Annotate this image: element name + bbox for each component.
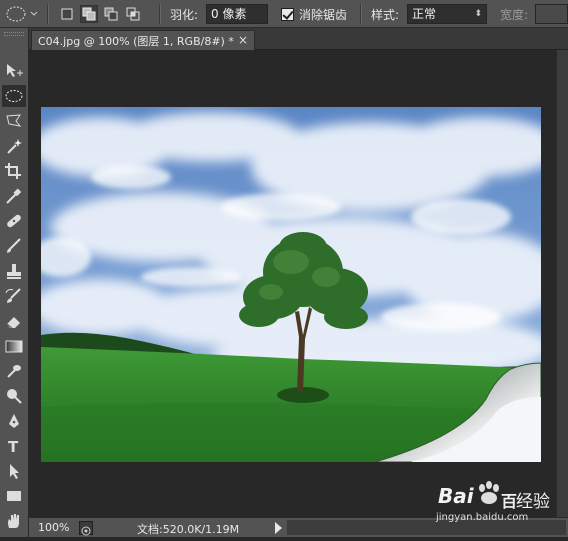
style-select[interactable]: 正常 ⬍ bbox=[407, 4, 487, 24]
clone-stamp-tool-button[interactable] bbox=[2, 260, 26, 282]
add-selection-icon bbox=[82, 7, 96, 21]
document-tab-title: C04.jpg @ 100% (图层 1, RGB/8#) * bbox=[38, 34, 234, 48]
baidu-jingyan-watermark: Bai 百 经验 jingyan.baidu.com bbox=[434, 474, 568, 530]
svg-text:T: T bbox=[8, 438, 19, 455]
feather-label: 羽化: bbox=[170, 7, 199, 22]
jingyan-url: jingyan.baidu.com bbox=[436, 512, 529, 523]
gradient-icon bbox=[5, 340, 23, 353]
add-to-selection-button[interactable] bbox=[80, 5, 98, 23]
subtract-selection-button[interactable] bbox=[102, 5, 120, 23]
status-bar-icon[interactable] bbox=[79, 521, 93, 536]
arrow-icon bbox=[10, 464, 19, 479]
info-icon bbox=[81, 526, 91, 536]
gradient-tool-button[interactable] bbox=[2, 335, 26, 357]
width-input[interactable] bbox=[535, 4, 568, 24]
panel-grip[interactable] bbox=[4, 32, 24, 36]
vertical-scrollbar[interactable] bbox=[556, 50, 568, 517]
stamp-icon bbox=[7, 264, 21, 279]
lasso-tool-button[interactable] bbox=[2, 110, 26, 132]
zoom-level[interactable]: 100% bbox=[38, 521, 69, 534]
dodge-tool-button[interactable] bbox=[2, 385, 26, 407]
updown-arrows-icon: ⬍ bbox=[474, 9, 482, 19]
new-selection-icon bbox=[61, 8, 73, 20]
rectangle-tool-button[interactable] bbox=[2, 485, 26, 507]
baidu-brand-text: Bai bbox=[438, 484, 474, 508]
path-selection-tool-button[interactable] bbox=[2, 460, 26, 482]
style-label: 样式: bbox=[371, 7, 400, 22]
smudge-icon bbox=[7, 365, 21, 378]
eraser-tool-button[interactable] bbox=[2, 310, 26, 332]
divider bbox=[159, 4, 161, 24]
blur-tool-button[interactable] bbox=[2, 360, 26, 382]
feather-input[interactable]: 0 像素 bbox=[206, 4, 268, 24]
ellipse-marquee-icon bbox=[5, 90, 23, 102]
hand-icon bbox=[8, 514, 19, 528]
divider bbox=[47, 4, 49, 24]
document-tab[interactable]: C04.jpg @ 100% (图层 1, RGB/8#) * × bbox=[31, 30, 255, 50]
antialias-group: 消除锯齿 bbox=[281, 4, 347, 24]
type-icon: T bbox=[8, 438, 19, 455]
landscape-photo bbox=[41, 107, 541, 462]
dodge-icon bbox=[7, 389, 22, 404]
eraser-icon bbox=[6, 317, 20, 329]
antialias-label: 消除锯齿 bbox=[299, 7, 348, 22]
elliptical-marquee-tool-button[interactable] bbox=[2, 85, 26, 107]
brush-tool-button[interactable] bbox=[2, 235, 26, 257]
divider bbox=[360, 4, 362, 24]
pen-icon bbox=[9, 414, 19, 428]
polygonal-lasso-icon bbox=[6, 114, 22, 127]
options-bar: 羽化: 0 像素 消除锯齿 样式: 正常 ⬍ 宽度: bbox=[0, 0, 568, 28]
document-size-info: 文档:520.0K/1.19M bbox=[137, 523, 240, 536]
selection-mode-group bbox=[58, 4, 142, 24]
rectangle-shape-icon bbox=[7, 491, 21, 501]
jingyan-label: 经验 bbox=[516, 492, 550, 512]
status-menu-arrow-icon[interactable] bbox=[275, 522, 282, 534]
baidu-brand-suffix: 百 bbox=[501, 492, 518, 511]
antialias-checkbox[interactable] bbox=[281, 7, 294, 21]
history-brush-tool-button[interactable] bbox=[2, 285, 26, 307]
eyedropper-tool-button[interactable] bbox=[2, 185, 26, 207]
eyedropper-icon bbox=[6, 188, 22, 204]
hand-tool-button[interactable] bbox=[2, 510, 26, 532]
crop-icon bbox=[5, 163, 21, 179]
document-image[interactable] bbox=[41, 107, 541, 462]
new-selection-button[interactable] bbox=[58, 5, 76, 23]
ellipse-marquee-icon bbox=[6, 6, 38, 22]
crop-tool-button[interactable] bbox=[2, 160, 26, 182]
subtract-selection-icon bbox=[104, 7, 118, 21]
magic-wand-tool-button[interactable] bbox=[2, 135, 26, 157]
move-tool-button[interactable] bbox=[2, 60, 26, 82]
width-group bbox=[535, 4, 568, 24]
close-tab-icon[interactable]: × bbox=[238, 33, 248, 47]
intersect-selection-icon bbox=[126, 7, 140, 21]
document-tab-bar: C04.jpg @ 100% (图层 1, RGB/8#) * × bbox=[29, 28, 568, 50]
style-select-value: 正常 bbox=[412, 7, 437, 21]
intersect-selection-button[interactable] bbox=[124, 5, 142, 23]
magic-wand-icon bbox=[7, 139, 22, 154]
tool-preset-picker[interactable] bbox=[4, 4, 38, 24]
pen-tool-button[interactable] bbox=[2, 410, 26, 432]
history-brush-icon bbox=[5, 288, 21, 303]
brush-icon bbox=[7, 238, 21, 253]
bandage-icon bbox=[7, 214, 21, 228]
feather-group: 0 像素 bbox=[206, 4, 268, 24]
style-select-wrap: 正常 ⬍ bbox=[407, 4, 487, 24]
width-label: 宽度: bbox=[500, 7, 529, 22]
healing-brush-tool-button[interactable] bbox=[2, 210, 26, 232]
tools-panel: T bbox=[0, 28, 29, 537]
move-icon bbox=[7, 64, 23, 77]
type-tool-button[interactable]: T bbox=[2, 435, 26, 457]
